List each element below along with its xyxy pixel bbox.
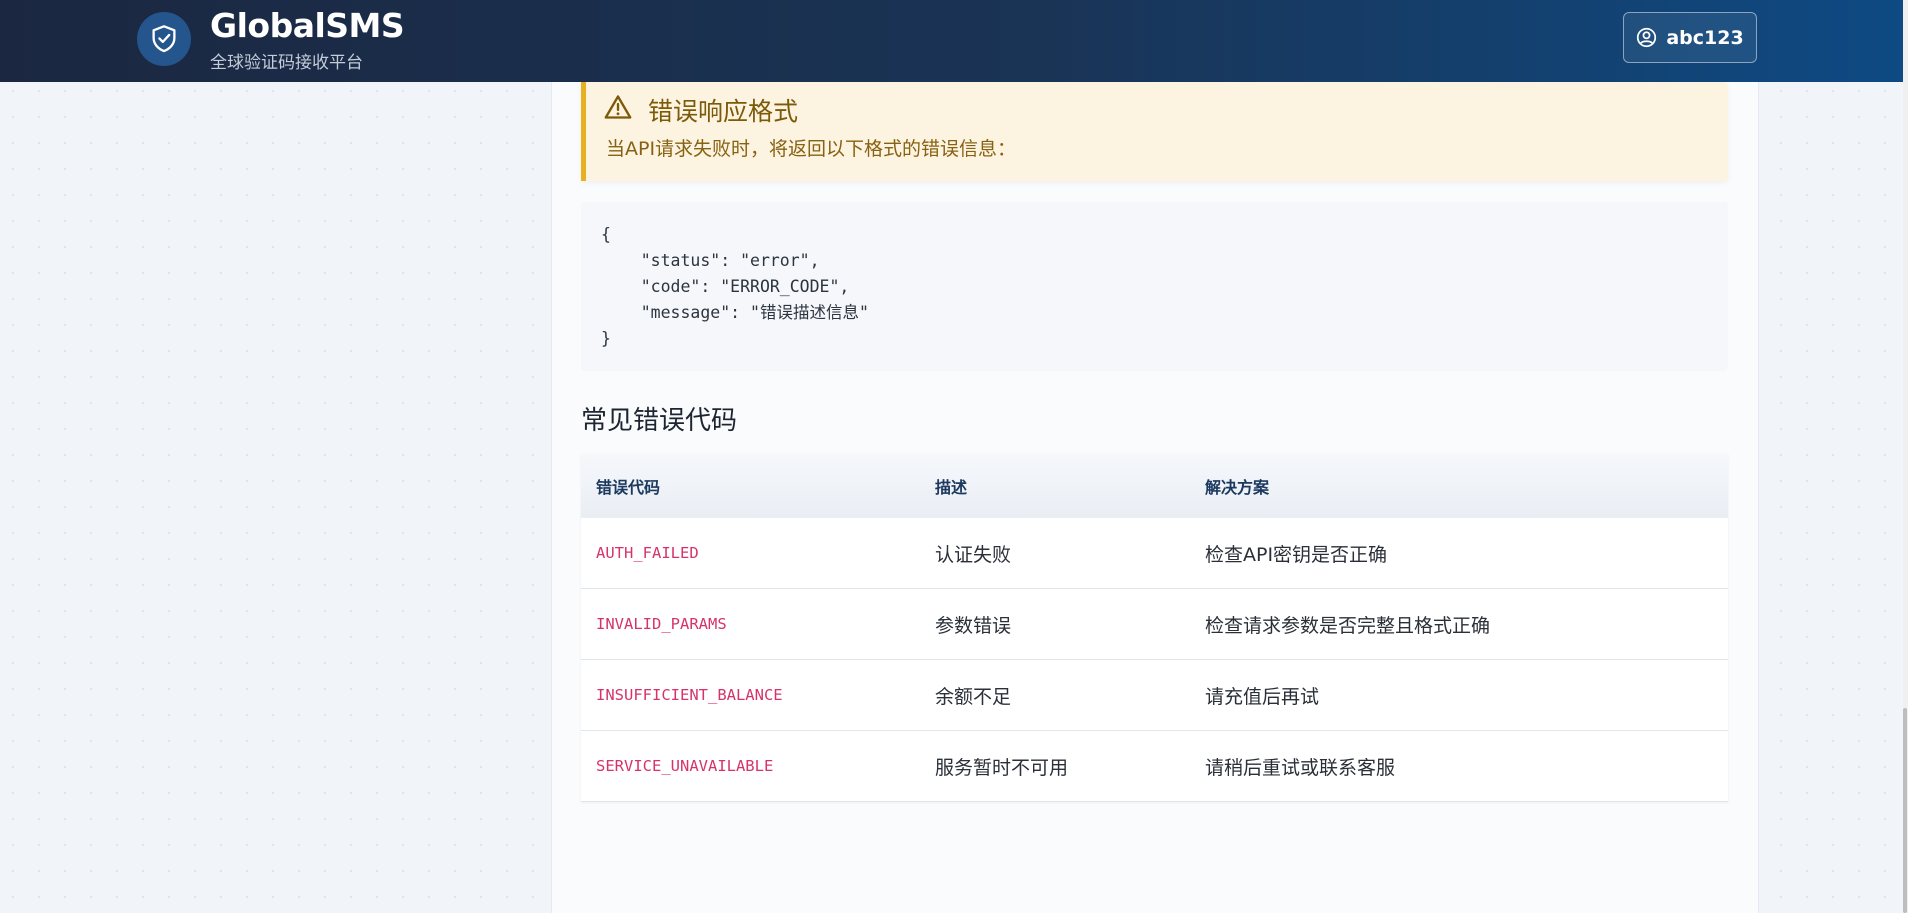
section-title-error-codes: 常见错误代码 — [581, 406, 738, 436]
error-json-code-block: { "status": "error", "code": "ERROR_CODE… — [581, 202, 1728, 371]
solution-cell: 检查请求参数是否完整且格式正确 — [1205, 614, 1491, 637]
table-row: AUTH_FAILED 认证失败 检查API密钥是否正确 — [581, 518, 1728, 589]
user-circle-icon — [1637, 27, 1657, 48]
error-code-cell: INSUFFICIENT_BALANCE — [596, 686, 783, 704]
code-line: "code": "ERROR_CODE", — [601, 277, 850, 296]
column-header-description: 描述 — [935, 477, 968, 497]
error-codes-table: 错误代码 描述 解决方案 AUTH_FAILED 认证失败 检查API密钥是否正… — [581, 453, 1728, 802]
page-scrollbar-thumb[interactable] — [1903, 708, 1907, 913]
error-code-cell: SERVICE_UNAVAILABLE — [596, 757, 774, 775]
code-line: "message": "错误描述信息" — [601, 303, 869, 322]
brand-subtitle: 全球验证码接收平台 — [210, 53, 363, 73]
table-row: INSUFFICIENT_BALANCE 余额不足 请充值后再试 — [581, 660, 1728, 731]
solution-cell: 检查API密钥是否正确 — [1205, 543, 1388, 566]
solution-cell: 请充值后再试 — [1205, 685, 1320, 708]
alert-text: 当API请求失败时，将返回以下格式的错误信息： — [606, 138, 1017, 160]
warning-triangle-icon — [604, 95, 632, 119]
description-cell: 余额不足 — [935, 685, 1012, 708]
description-cell: 参数错误 — [935, 614, 1012, 637]
solution-cell: 请稍后重试或联系客服 — [1205, 756, 1396, 779]
logo[interactable] — [137, 12, 191, 66]
column-header-code: 错误代码 — [596, 477, 661, 497]
shield-check-icon — [152, 25, 176, 53]
description-cell: 认证失败 — [935, 543, 1012, 566]
code-line: } — [601, 329, 611, 348]
table-header: 错误代码 描述 解决方案 — [581, 453, 1728, 518]
code-line: "status": "error", — [601, 251, 820, 270]
user-account-button[interactable]: abc123 — [1623, 12, 1757, 63]
top-navbar: GlobalSMS 全球验证码接收平台 abc123 — [0, 0, 1903, 82]
error-format-alert: 错误响应格式 当API请求失败时，将返回以下格式的错误信息： — [581, 82, 1728, 181]
alert-title: 错误响应格式 — [648, 97, 799, 126]
table-row: INVALID_PARAMS 参数错误 检查请求参数是否完整且格式正确 — [581, 589, 1728, 660]
brand-title[interactable]: GlobalSMS — [210, 6, 405, 45]
code-line: { — [601, 225, 611, 244]
table-row: SERVICE_UNAVAILABLE 服务暂时不可用 请稍后重试或联系客服 — [581, 731, 1728, 802]
error-code-cell: AUTH_FAILED — [596, 544, 699, 562]
error-code-cell: INVALID_PARAMS — [596, 615, 727, 633]
username-label: abc123 — [1666, 26, 1744, 49]
column-header-solution: 解决方案 — [1205, 477, 1270, 497]
description-cell: 服务暂时不可用 — [935, 756, 1069, 779]
